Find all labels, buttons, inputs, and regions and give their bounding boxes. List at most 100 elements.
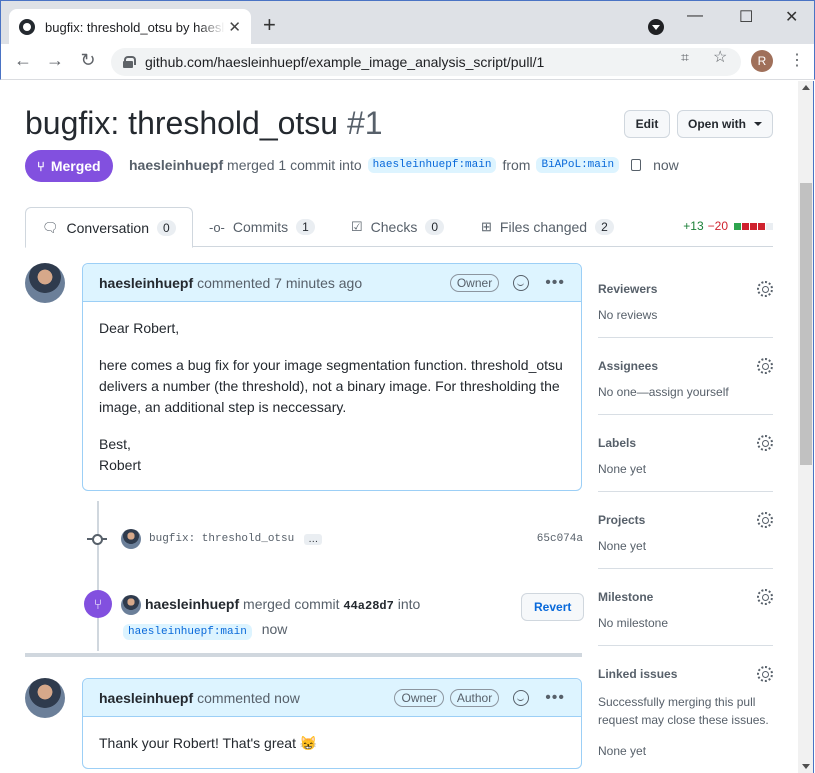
comment-body: Thank your Robert! That's great 😸 bbox=[83, 717, 581, 768]
merged-by-user[interactable]: haesleinhuepf bbox=[129, 157, 223, 173]
pr-sidebar: Reviewers No reviews Assignees No one—as… bbox=[598, 261, 773, 758]
merge-event: haesleinhuepf merged commit 44a28d7 into… bbox=[121, 593, 421, 644]
avatar[interactable] bbox=[25, 678, 65, 718]
comment-2: haesleinhuepf commented now Owner Author… bbox=[82, 678, 582, 769]
maximize-button[interactable]: ☐ bbox=[739, 7, 753, 27]
sidebar-title[interactable]: Assignees bbox=[598, 359, 658, 373]
forward-button[interactable]: → bbox=[43, 50, 67, 71]
github-favicon-icon bbox=[19, 19, 35, 35]
edit-button-label: Edit bbox=[635, 117, 659, 131]
sidebar-value[interactable]: No one—assign yourself bbox=[598, 385, 729, 399]
copy-icon[interactable] bbox=[631, 159, 642, 171]
back-button[interactable]: ← bbox=[11, 50, 35, 71]
tab-commits[interactable]: -o- Commits 1 bbox=[193, 207, 331, 247]
open-with-button[interactable]: Open with bbox=[677, 110, 773, 138]
gear-icon[interactable] bbox=[757, 512, 773, 528]
scroll-down-icon[interactable] bbox=[802, 764, 810, 769]
tab-counter: 0 bbox=[157, 219, 176, 236]
address-bar[interactable]: github.com/haesleinhuepf/example_image_a… bbox=[111, 48, 741, 76]
tab-counter: 2 bbox=[595, 219, 614, 235]
bookmark-star-icon[interactable]: ☆ bbox=[713, 47, 727, 67]
reload-button[interactable]: ↻ bbox=[76, 50, 100, 71]
sidebar-value: None yet bbox=[598, 744, 647, 758]
avatar[interactable] bbox=[25, 263, 65, 303]
comment-author[interactable]: haesleinhuepf bbox=[99, 690, 193, 706]
tab-files-changed[interactable]: ⊞ Files changed 2 bbox=[465, 207, 630, 247]
sidebar-title[interactable]: Reviewers bbox=[598, 282, 657, 296]
kebab-horizontal-icon[interactable]: ••• bbox=[545, 274, 565, 292]
pr-number: #1 bbox=[346, 105, 383, 141]
comment-paragraph: Thank your Robert! That's great 😸 bbox=[99, 733, 565, 754]
url-text: github.com/haesleinhuepf/example_image_a… bbox=[145, 54, 545, 70]
tab-checks[interactable]: ☑ Checks 0 bbox=[335, 207, 460, 247]
smiley-icon[interactable] bbox=[513, 274, 530, 291]
comment-discussion-icon: 🗨 bbox=[42, 219, 59, 235]
merge-into: into bbox=[397, 596, 421, 612]
gear-icon[interactable] bbox=[757, 589, 773, 605]
page-content: bugfix: threshold_otsu #1 Edit Open with… bbox=[1, 81, 798, 773]
owner-badge: Owner bbox=[449, 273, 500, 292]
timeline-line bbox=[97, 501, 99, 651]
merge-user[interactable]: haesleinhuepf bbox=[145, 596, 239, 612]
smiley-icon[interactable] bbox=[513, 689, 530, 706]
sidebar-title[interactable]: Linked issues bbox=[598, 667, 677, 681]
kebab-horizontal-icon[interactable]: ••• bbox=[545, 689, 565, 707]
minimize-button[interactable]: — bbox=[687, 7, 703, 25]
comment-author[interactable]: haesleinhuepf bbox=[99, 275, 193, 291]
page-scrollbar[interactable] bbox=[798, 81, 814, 773]
comment-header: haesleinhuepf commented now Owner Author… bbox=[83, 679, 581, 717]
open-with-label: Open with bbox=[688, 117, 746, 131]
sidebar-linked-issues: Linked issues Successfully merging this … bbox=[598, 646, 773, 758]
gear-icon[interactable] bbox=[757, 281, 773, 297]
tab-conversation[interactable]: 🗨 Conversation 0 bbox=[25, 207, 193, 248]
commit-sha[interactable]: 65c074a bbox=[537, 533, 583, 545]
diffstat-block bbox=[742, 222, 749, 230]
comment-signoff: Best, Robert bbox=[99, 434, 565, 476]
tab-counter: 1 bbox=[296, 219, 315, 235]
comment-body: Dear Robert, here comes a bug fix for yo… bbox=[83, 302, 581, 490]
pr-meta: haesleinhuepf merged 1 commit into haesl… bbox=[129, 157, 679, 173]
diffstat-block bbox=[734, 222, 741, 230]
tab-label: Commits bbox=[232, 219, 289, 235]
tab-label: Files changed bbox=[499, 219, 588, 235]
gear-icon[interactable] bbox=[757, 358, 773, 374]
diffstat-block bbox=[766, 222, 773, 230]
sidebar-title[interactable]: Labels bbox=[598, 436, 636, 450]
translate-icon[interactable]: ⌗ bbox=[681, 49, 689, 66]
revert-button[interactable]: Revert bbox=[521, 593, 585, 621]
chevron-down-icon bbox=[754, 122, 762, 126]
scrollbar-thumb[interactable] bbox=[800, 183, 812, 465]
merge-sha[interactable]: 44a28d7 bbox=[343, 599, 393, 613]
gear-icon[interactable] bbox=[757, 435, 773, 451]
smiley-cat-icon: 😸 bbox=[299, 735, 318, 751]
comment-action[interactable]: commented now bbox=[197, 690, 300, 706]
tab-close-icon[interactable]: ✕ bbox=[228, 18, 241, 36]
head-branch[interactable]: BiAPoL:main bbox=[536, 157, 620, 173]
browser-titlebar: bugfix: threshold_otsu by haesleinhuepf … bbox=[0, 0, 815, 45]
profile-avatar[interactable]: R bbox=[751, 50, 773, 72]
tab-search-icon[interactable] bbox=[648, 19, 664, 35]
close-window-button[interactable]: ✕ bbox=[785, 7, 798, 27]
new-tab-button[interactable]: + bbox=[263, 13, 276, 37]
avatar[interactable] bbox=[121, 595, 141, 616]
commit-message[interactable]: bugfix: threshold_otsu bbox=[149, 533, 294, 545]
revert-label: Revert bbox=[534, 600, 572, 614]
from-text: from bbox=[502, 157, 531, 173]
avatar[interactable] bbox=[121, 529, 141, 549]
scroll-up-icon[interactable] bbox=[802, 85, 810, 90]
merged-text: merged 1 commit into bbox=[227, 157, 362, 173]
merge-branch[interactable]: haesleinhuepf:main bbox=[123, 624, 252, 640]
comment-1: haesleinhuepf commented 7 minutes ago Ow… bbox=[82, 263, 582, 491]
browser-menu-icon[interactable]: ⋮ bbox=[789, 50, 805, 70]
edit-button[interactable]: Edit bbox=[624, 110, 670, 138]
sidebar-title[interactable]: Projects bbox=[598, 513, 645, 527]
comment-paragraph: here comes a bug fix for your image segm… bbox=[99, 357, 563, 415]
browser-tab[interactable]: bugfix: threshold_otsu by haesleinhuepf … bbox=[9, 9, 251, 45]
comment-action[interactable]: commented 7 minutes ago bbox=[197, 275, 362, 291]
expand-commit-button[interactable]: … bbox=[304, 533, 323, 545]
base-branch[interactable]: haesleinhuepf:main bbox=[367, 157, 497, 173]
merge-time[interactable]: now bbox=[262, 621, 288, 637]
sidebar-title[interactable]: Milestone bbox=[598, 590, 653, 604]
sidebar-description: Successfully merging this pull request m… bbox=[598, 695, 769, 727]
gear-icon[interactable] bbox=[757, 666, 773, 682]
